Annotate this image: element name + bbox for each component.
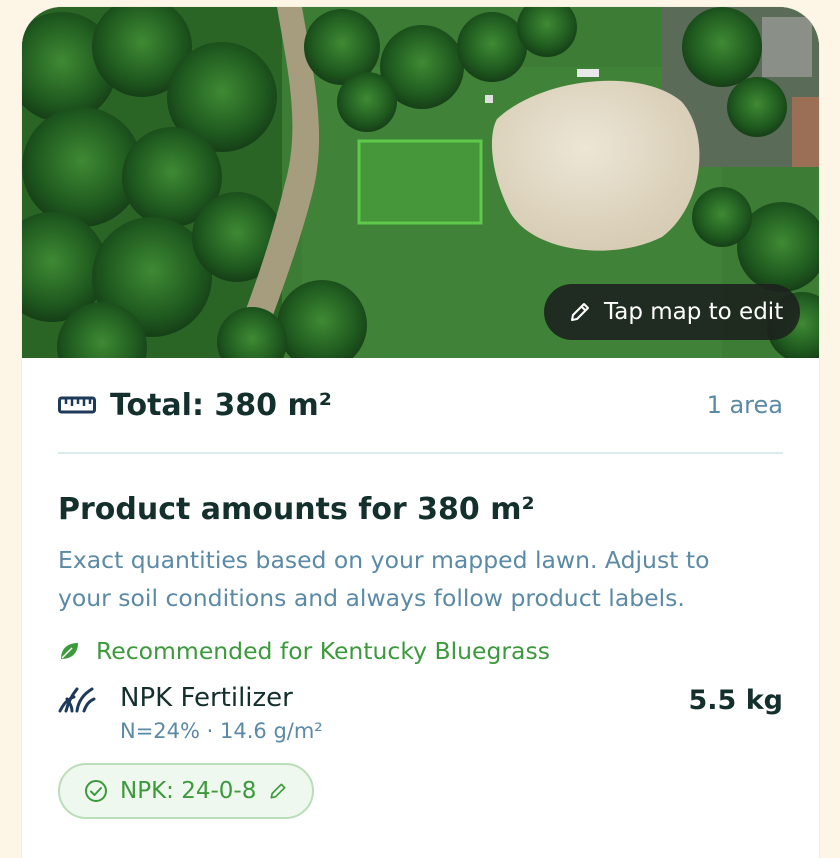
edit-map-label: Tap map to edit — [604, 299, 784, 325]
npk-chip-button[interactable]: NPK: 24-0-8 — [58, 763, 315, 819]
recommendation-row: Recommended for Kentucky Bluegrass — [58, 637, 783, 665]
product-details: NPK Fertilizer N=24% · 14.6 g/m² — [120, 683, 688, 743]
product-rate: N=24% · 14.6 g/m² — [120, 719, 323, 743]
card-content: Total: 380 m² 1 area Product amounts for… — [22, 358, 819, 819]
npk-chip-label: NPK: 24-0-8 — [120, 778, 257, 804]
product-amounts-description: Exact quantities based on your mapped la… — [58, 546, 710, 612]
pencil-icon — [571, 303, 589, 321]
ruler-icon — [58, 396, 96, 414]
pencil-icon — [270, 783, 286, 799]
leaf-icon — [61, 643, 78, 659]
total-area-label: Total: 380 m² — [110, 387, 332, 423]
area-count: 1 area — [706, 391, 783, 419]
total-summary-row: Total: 380 m² 1 area — [58, 358, 783, 454]
check-circle-icon — [85, 780, 107, 802]
edit-map-button[interactable]: Tap map to edit — [544, 284, 800, 340]
lawn-card: Tap map to edit Total: 380 m² 1 area Pro… — [22, 7, 819, 858]
product-amounts-title: Product amounts for 380 m² — [58, 492, 535, 527]
satellite-map[interactable]: Tap map to edit — [22, 7, 819, 358]
product-name: NPK Fertilizer — [120, 683, 293, 713]
grass-icon — [58, 687, 96, 713]
product-amount: 5.5 kg — [688, 685, 783, 716]
product-row: NPK Fertilizer N=24% · 14.6 g/m² 5.5 kg — [58, 683, 783, 743]
recommendation-label: Recommended for Kentucky Bluegrass — [96, 637, 550, 665]
